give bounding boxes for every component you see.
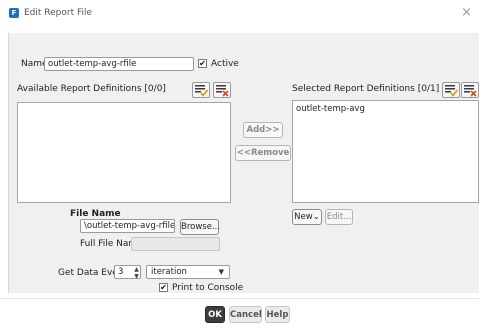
print-to-console-label: Print to Console	[172, 283, 244, 293]
fluent-app-icon: F	[9, 8, 19, 18]
stepper-arrows-icon[interactable]: ▲▼	[133, 266, 140, 280]
available-report-list[interactable]	[17, 102, 231, 203]
select-all-icon	[195, 85, 209, 97]
print-to-console-checkbox[interactable]: ✔	[159, 283, 168, 292]
active-checkbox[interactable]: ✔	[198, 59, 207, 68]
stepper-value: 3	[118, 267, 124, 277]
file-name-field[interactable]: \outlet-temp-avg-rfile.out	[80, 219, 175, 233]
selected-label: Selected Report Definitions [0/1]	[292, 84, 440, 94]
deselect-all-icon	[216, 85, 229, 97]
get-data-unit-dropdown[interactable]: iteration ▼	[146, 265, 230, 279]
dialog-panel: Name outlet-temp-avg-rfile ✔ Active Avai…	[8, 33, 479, 293]
select-all-icon	[445, 85, 459, 97]
remove-button[interactable]: <<Remove	[235, 145, 291, 161]
new-label: New	[294, 212, 313, 222]
file-name-heading: File Name	[70, 209, 121, 219]
select-all-available-button[interactable]	[192, 82, 210, 98]
deselect-all-selected-button[interactable]	[461, 82, 479, 98]
active-label: Active	[211, 59, 239, 69]
window-title: Edit Report File	[24, 8, 93, 18]
title-bar: F Edit Report File ×	[0, 0, 479, 26]
edit-button[interactable]: Edit...	[325, 209, 353, 225]
cancel-button[interactable]: Cancel	[229, 306, 262, 323]
full-file-name-field	[131, 237, 220, 251]
name-field[interactable]: outlet-temp-avg-rfile	[44, 57, 194, 71]
chevron-down-icon: ▼	[218, 268, 224, 276]
chevron-down-icon: ⌄	[312, 212, 320, 222]
list-item[interactable]: outlet-temp-avg	[296, 104, 365, 114]
new-button[interactable]: New⌄	[292, 209, 322, 225]
close-icon[interactable]: ×	[461, 5, 472, 20]
add-button[interactable]: Add>>	[243, 122, 283, 138]
help-button[interactable]: Help	[265, 306, 290, 323]
ok-button[interactable]: OK	[205, 306, 225, 323]
browse-button[interactable]: Browse...	[180, 219, 220, 235]
get-data-every-stepper[interactable]: 3 ▲▼	[114, 265, 141, 280]
available-label: Available Report Definitions [0/0]	[17, 84, 166, 94]
selected-report-list[interactable]: outlet-temp-avg	[292, 100, 479, 203]
footer-divider	[0, 298, 479, 299]
deselect-all-icon	[464, 85, 477, 97]
select-all-selected-button[interactable]	[442, 82, 460, 98]
dropdown-value: iteration	[151, 267, 187, 277]
deselect-all-available-button[interactable]	[213, 82, 231, 98]
